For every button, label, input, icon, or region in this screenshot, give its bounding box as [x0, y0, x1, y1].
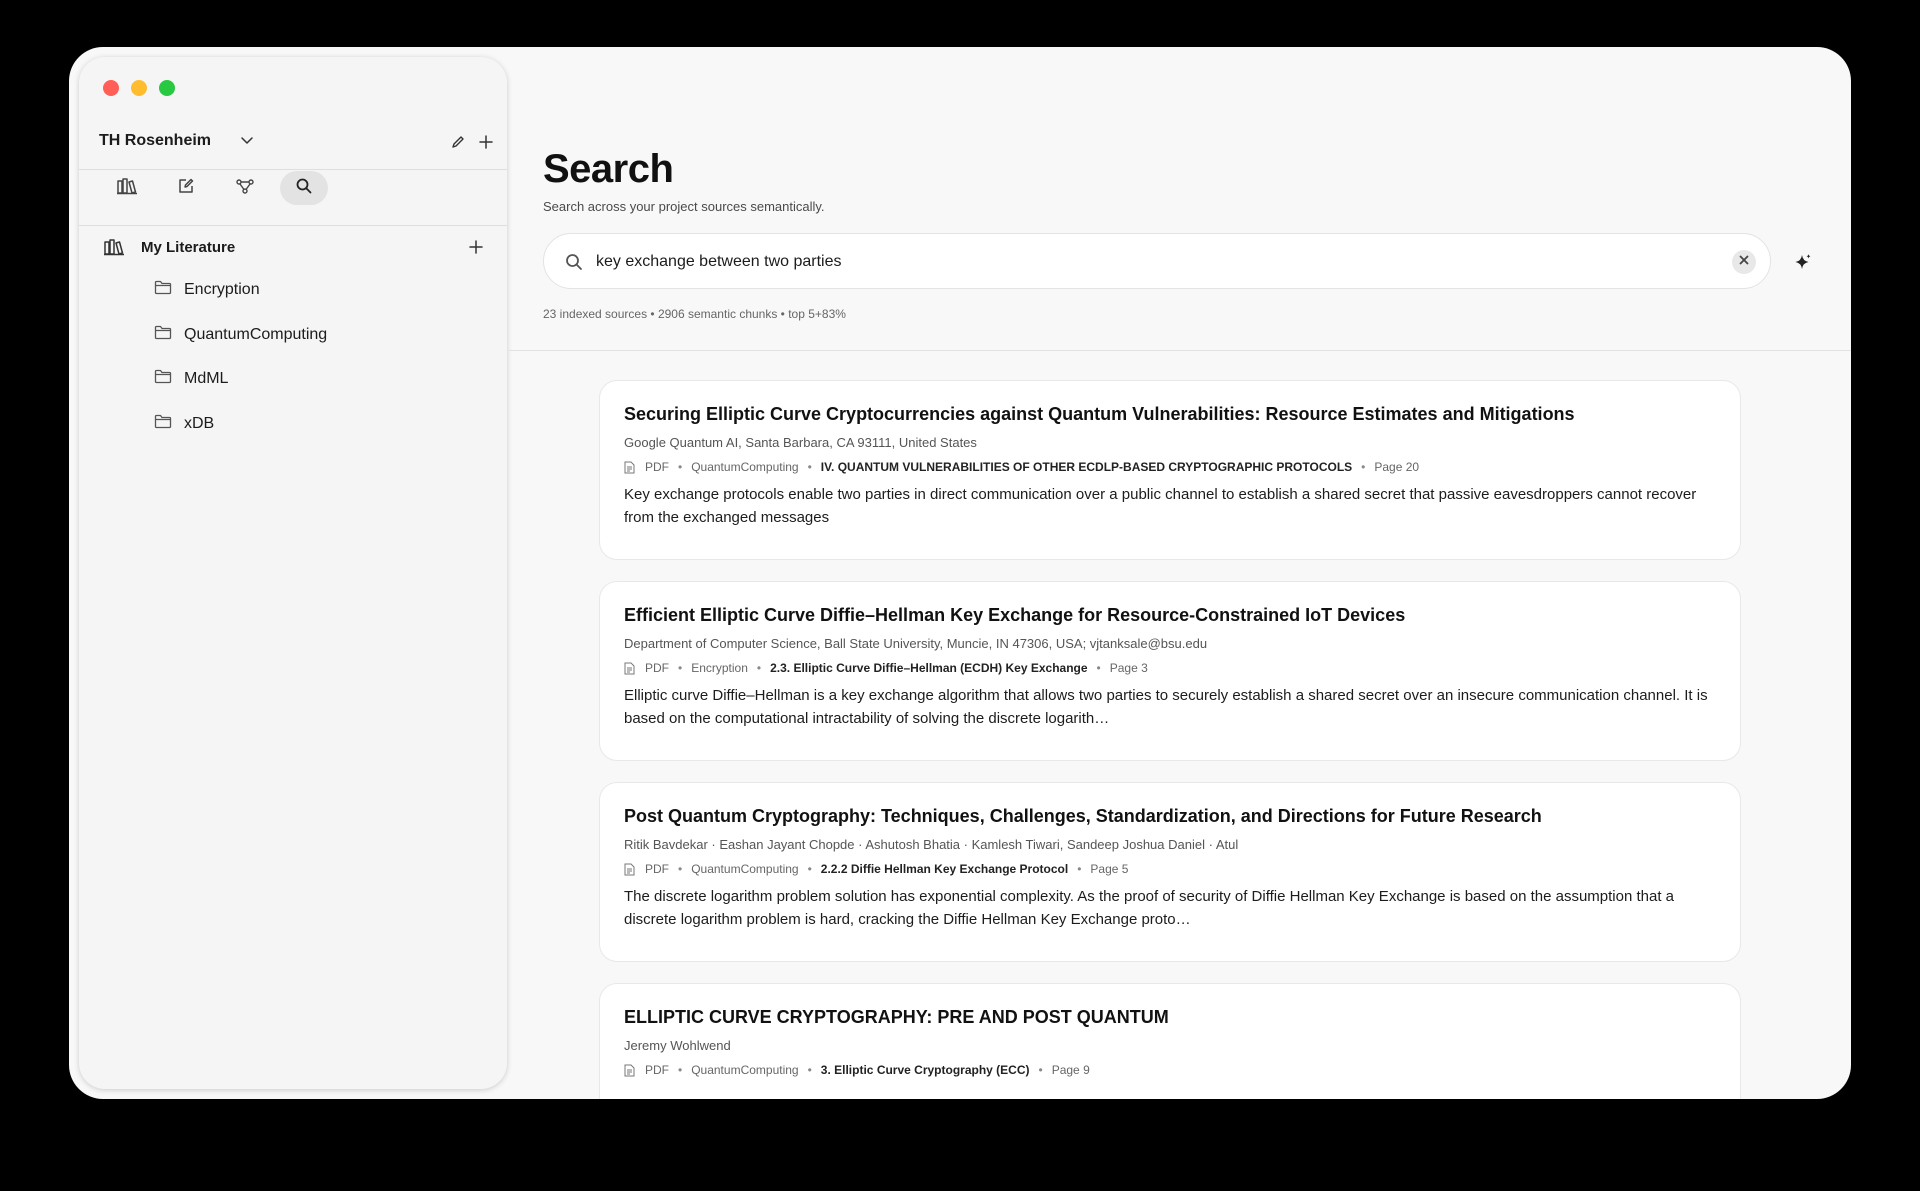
chevron-down-icon[interactable]	[239, 132, 255, 153]
meta-separator: •	[678, 661, 683, 675]
clear-search-button[interactable]	[1732, 250, 1756, 274]
minimize-window-button[interactable]	[131, 80, 147, 96]
folder-icon	[154, 280, 172, 300]
folder-item-mdml[interactable]: MdML	[154, 362, 228, 396]
result-type: PDF	[645, 661, 669, 675]
result-card[interactable]: Post Quantum Cryptography: Techniques, C…	[599, 782, 1741, 962]
library-header[interactable]: My Literature	[103, 230, 499, 264]
result-card[interactable]: Securing Elliptic Curve Cryptocurrencies…	[599, 380, 1741, 560]
meta-separator: •	[1038, 1063, 1043, 1077]
pencil-icon[interactable]	[447, 131, 469, 153]
window-controls	[103, 80, 175, 96]
page-title: Search	[543, 147, 674, 191]
result-title[interactable]: Securing Elliptic Curve Cryptocurrencies…	[624, 403, 1716, 425]
divider	[79, 169, 507, 170]
library-icon	[116, 177, 138, 200]
result-section: 2.3. Elliptic Curve Diffie–Hellman (ECDH…	[770, 661, 1088, 675]
tab-library[interactable]	[103, 171, 151, 205]
meta-separator: •	[1096, 661, 1101, 675]
result-authors: Ritik Bavdekar · Eashan Jayant Chopde · …	[624, 837, 1239, 852]
folder-label: xDB	[184, 415, 215, 432]
meta-separator: •	[1077, 862, 1082, 876]
result-snippet: Elliptic curve Diffie–Hellman is a key e…	[624, 687, 1708, 727]
folder-label: Encryption	[184, 281, 260, 298]
graph-icon	[235, 177, 255, 200]
result-snippet: The discrete logarithm problem solution …	[624, 888, 1675, 928]
result-page: Page 20	[1374, 460, 1420, 474]
result-section: 2.2.2 Diffie Hellman Key Exchange Protoc…	[820, 862, 1069, 876]
result-title[interactable]: Post Quantum Cryptography: Techniques, C…	[624, 805, 1716, 827]
result-section: IV. QUANTUM VULNERABILITIES OF OTHER ECD…	[820, 460, 1353, 474]
close-window-button[interactable]	[103, 80, 119, 96]
result-authors: Jeremy Wohlwend	[624, 1038, 731, 1053]
result-snippet: Key exchange protocols enable two partie…	[624, 486, 1697, 526]
index-stats: 23 indexed sources • 2906 semantic chunk…	[543, 307, 846, 321]
document-icon	[624, 863, 635, 876]
meta-separator: •	[1361, 460, 1366, 474]
app-window: TH Rosenheim My Literature Encryption Qu…	[69, 47, 1851, 1099]
workspace-selector[interactable]: TH Rosenheim	[99, 132, 211, 150]
result-page: Page 3	[1109, 661, 1148, 675]
meta-separator: •	[678, 460, 683, 474]
search-bar	[543, 233, 1771, 289]
result-type: PDF	[645, 460, 669, 474]
result-type: PDF	[645, 1063, 669, 1077]
folder-label: MdML	[184, 370, 229, 387]
compose-icon	[177, 177, 195, 200]
document-icon	[624, 1064, 635, 1077]
result-meta: PDF • QuantumComputing • 2.2.2 Diffie He…	[624, 862, 1716, 876]
meta-separator: •	[756, 661, 762, 675]
meta-separator: •	[807, 862, 812, 876]
sparkle-icon[interactable]	[1791, 250, 1815, 274]
plus-icon[interactable]	[475, 131, 497, 153]
document-icon	[624, 662, 635, 675]
folder-item-quantumcomputing[interactable]: QuantumComputing	[154, 318, 327, 352]
result-meta: PDF • QuantumComputing • 3. Elliptic Cur…	[624, 1063, 1716, 1077]
result-authors: Department of Computer Science, Ball Sta…	[624, 636, 1208, 651]
document-icon	[624, 461, 635, 474]
result-page: Page 9	[1051, 1063, 1090, 1077]
folder-icon	[154, 414, 172, 434]
folder-icon	[154, 369, 172, 389]
divider	[509, 350, 1851, 351]
library-title: My Literature	[141, 239, 236, 256]
result-meta: PDF • QuantumComputing • IV. QUANTUM VUL…	[624, 460, 1716, 474]
search-input[interactable]	[596, 248, 1696, 276]
result-folder: Encryption	[691, 661, 748, 675]
meta-separator: •	[807, 1063, 812, 1077]
result-folder: QuantumComputing	[691, 862, 799, 876]
result-folder: QuantumComputing	[691, 460, 799, 474]
meta-separator: •	[678, 1063, 683, 1077]
folder-item-encryption[interactable]: Encryption	[154, 273, 260, 307]
result-meta: PDF • Encryption • 2.3. Elliptic Curve D…	[624, 661, 1716, 675]
result-title[interactable]: Efficient Elliptic Curve Diffie–Hellman …	[624, 604, 1716, 626]
divider	[79, 225, 507, 226]
result-title[interactable]: ELLIPTIC CURVE CRYPTOGRAPHY: PRE AND POS…	[624, 1006, 1716, 1028]
library-icon	[103, 238, 125, 261]
meta-separator: •	[807, 460, 812, 474]
result-authors: Google Quantum AI, Santa Barbara, CA 931…	[624, 435, 977, 450]
tab-graph[interactable]	[221, 171, 269, 205]
search-icon	[564, 252, 584, 277]
meta-separator: •	[678, 862, 683, 876]
close-icon	[1738, 253, 1750, 271]
search-icon	[295, 177, 313, 200]
folder-item-xdb[interactable]: xDB	[154, 407, 214, 441]
add-folder-icon[interactable]	[465, 236, 487, 258]
result-page: Page 5	[1090, 862, 1129, 876]
tab-notes[interactable]	[162, 171, 210, 205]
sidebar: TH Rosenheim My Literature Encryption Qu…	[79, 57, 507, 1089]
result-folder: QuantumComputing	[691, 1063, 799, 1077]
folder-icon	[154, 325, 172, 345]
tab-search[interactable]	[280, 171, 328, 205]
page-subtitle: Search across your project sources seman…	[543, 199, 825, 214]
result-card[interactable]: ELLIPTIC CURVE CRYPTOGRAPHY: PRE AND POS…	[599, 983, 1741, 1099]
zoom-window-button[interactable]	[159, 80, 175, 96]
sidebar-tabs	[103, 171, 328, 211]
result-type: PDF	[645, 862, 669, 876]
result-section: 3. Elliptic Curve Cryptography (ECC)	[820, 1063, 1030, 1077]
workspace-row: TH Rosenheim	[99, 127, 495, 157]
folder-label: QuantumComputing	[184, 326, 328, 343]
result-card[interactable]: Efficient Elliptic Curve Diffie–Hellman …	[599, 581, 1741, 761]
